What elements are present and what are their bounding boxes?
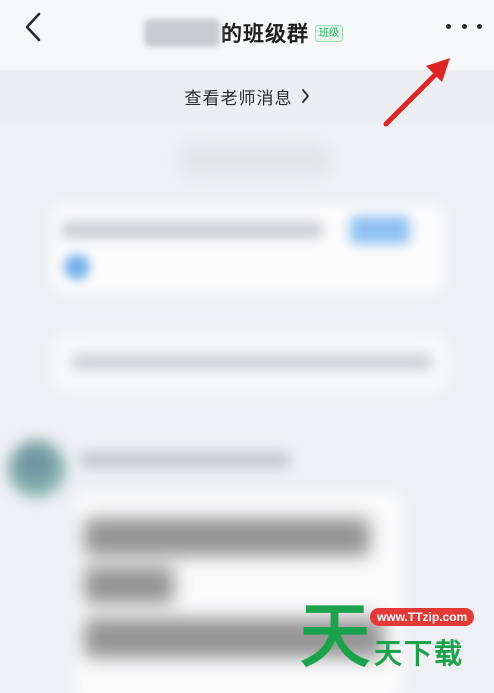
timestamp-pill bbox=[180, 144, 330, 176]
svg-text:天: 天 bbox=[300, 598, 370, 670]
blurred-text bbox=[84, 566, 174, 604]
annotation-arrow-icon bbox=[383, 58, 450, 127]
class-badge: 班级 bbox=[315, 24, 343, 42]
more-dots-icon bbox=[446, 23, 451, 29]
watermark-logo: 天 bbox=[300, 598, 370, 670]
blurred-icon bbox=[64, 254, 90, 280]
more-dots-icon bbox=[461, 23, 467, 29]
title-suffix: 的班级群 bbox=[221, 22, 309, 46]
redacted-group-name bbox=[144, 19, 220, 47]
teacher-messages-label: 查看老师消息 bbox=[184, 88, 293, 109]
watermark-text: 天下载 bbox=[374, 637, 465, 670]
watermark-url: www.TTzip.com bbox=[370, 608, 475, 626]
avatar[interactable] bbox=[8, 440, 66, 498]
blurred-text bbox=[84, 518, 370, 556]
chevron-left-icon bbox=[25, 12, 41, 42]
back-button[interactable] bbox=[18, 10, 48, 44]
blurred-sender-name bbox=[80, 452, 290, 468]
page-title: 的班级群 班级 bbox=[144, 16, 343, 50]
blurred-text bbox=[62, 222, 322, 238]
blurred-text bbox=[72, 354, 432, 370]
chevron-right-icon bbox=[301, 89, 309, 103]
more-options-button[interactable] bbox=[446, 14, 482, 38]
blurred-chip bbox=[350, 216, 410, 244]
more-dots-icon bbox=[477, 23, 482, 29]
